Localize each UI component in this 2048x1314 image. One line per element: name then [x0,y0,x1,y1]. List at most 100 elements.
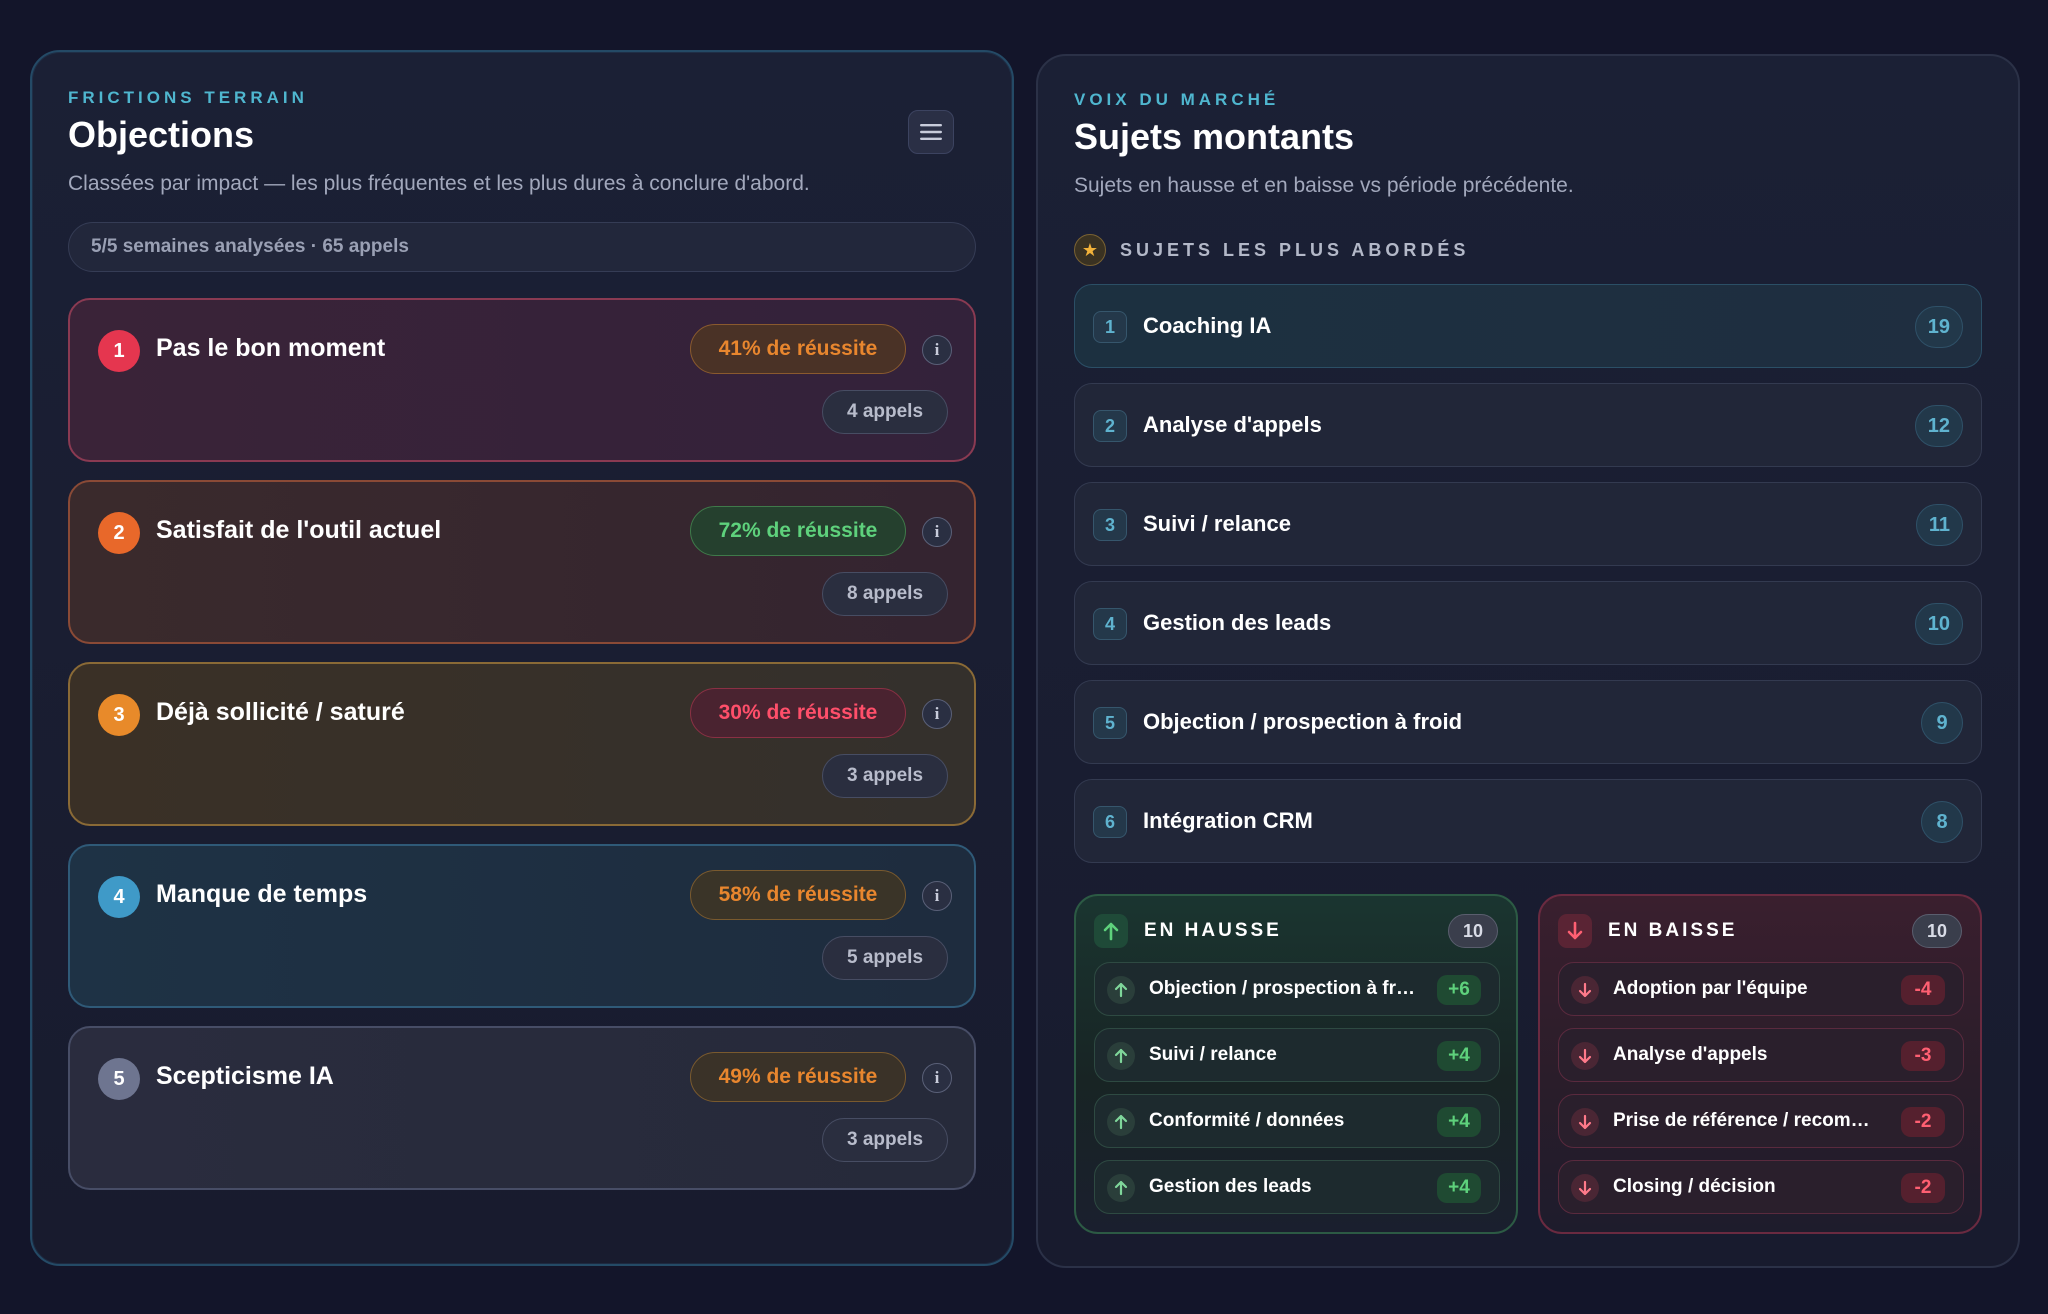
objection-card[interactable]: 2 Satisfait de l'outil actuel 72% de réu… [68,480,976,644]
topic-row[interactable]: 5 Objection / prospection à froid 9 [1074,680,1982,764]
objections-title: Objections [68,114,255,155]
falling-delta: -2 [1901,1173,1945,1203]
objections-subtitle: Classées par impact — les plus fréquente… [68,172,810,195]
rising-topic-label: Gestion des leads [1149,1176,1312,1197]
calls-count: 8 appels [822,572,948,616]
rising-delta: +4 [1437,1107,1481,1137]
objection-title: Satisfait de l'outil actuel [156,516,442,544]
objection-rank: 1 [98,330,140,372]
most-discussed-header: ★ SUJETS LES PLUS ABORDÉS [1074,234,1469,266]
arrow-up-icon [1107,1108,1135,1136]
arrow-up-icon [1107,1042,1135,1070]
falling-topic-label: Analyse d'appels [1613,1044,1768,1065]
calls-count: 4 appels [822,390,948,434]
objections-eyebrow: FRICTIONS TERRAIN [68,88,308,107]
falling-topic-label: Adoption par l'équipe [1613,978,1808,999]
arrow-up-icon [1094,914,1128,948]
falling-topic-label: Closing / décision [1613,1176,1776,1197]
hamburger-menu-icon [920,124,942,140]
objection-card[interactable]: 1 Pas le bon moment 41% de réussite i 4 … [68,298,976,462]
falling-topic-item[interactable]: Closing / décision -2 [1558,1160,1964,1214]
objection-title: Déjà sollicité / saturé [156,698,405,726]
topic-label: Objection / prospection à froid [1143,709,1463,734]
objection-rank: 4 [98,876,140,918]
rising-topic-label: Suivi / relance [1149,1044,1277,1065]
falling-title: EN BAISSE [1608,920,1738,941]
falling-topic-item[interactable]: Analyse d'appels -3 [1558,1028,1964,1082]
rising-topic-label: Conformité / données [1149,1110,1345,1131]
rising-topic-item[interactable]: Objection / prospection à froid +6 [1094,962,1500,1016]
falling-topics-box: EN BAISSE 10 Adoption par l'équipe -4 An… [1538,894,1982,1234]
objections-panel: FRICTIONS TERRAIN Objections Classées pa… [30,50,1014,1266]
success-rate-badge: 72% de réussite [690,506,906,556]
topic-count: 9 [1921,702,1963,744]
objection-card[interactable]: 3 Déjà sollicité / saturé 30% de réussit… [68,662,976,826]
rising-topics-box: EN HAUSSE 10 Objection / prospection à f… [1074,894,1518,1234]
rising-delta: +4 [1437,1041,1481,1071]
falling-delta: -3 [1901,1041,1945,1071]
analysis-summary: 5/5 semaines analysées · 65 appels [68,222,976,272]
rising-count: 10 [1448,914,1498,948]
topic-count: 19 [1914,306,1963,348]
objection-rank: 5 [98,1058,140,1100]
star-icon: ★ [1074,234,1106,266]
topic-label: Intégration CRM [1143,808,1313,833]
topics-subtitle: Sujets en hausse et en baisse vs période… [1074,174,1574,197]
objection-title: Manque de temps [156,880,368,908]
objection-rank: 2 [98,512,140,554]
topic-row[interactable]: 3 Suivi / relance 11 [1074,482,1982,566]
rising-topic-item[interactable]: Suivi / relance +4 [1094,1028,1500,1082]
topic-count: 11 [1915,504,1963,546]
topic-label: Suivi / relance [1143,511,1291,536]
success-rate-badge: 30% de réussite [690,688,906,738]
rising-topic-item[interactable]: Gestion des leads +4 [1094,1160,1500,1214]
info-icon[interactable]: i [922,517,952,547]
rising-delta: +4 [1437,1173,1481,1203]
topic-rank: 2 [1093,410,1127,442]
success-rate-badge: 58% de réussite [690,870,906,920]
arrow-down-icon [1571,1042,1599,1070]
topic-rank: 5 [1093,707,1127,739]
topic-row[interactable]: 1 Coaching IA 19 [1074,284,1982,368]
rising-topic-item[interactable]: Conformité / données +4 [1094,1094,1500,1148]
falling-topic-label: Prise de référence / recommandation [1613,1110,1883,1131]
objection-rank: 3 [98,694,140,736]
info-icon[interactable]: i [922,699,952,729]
topic-count: 12 [1914,405,1963,447]
objection-card[interactable]: 4 Manque de temps 58% de réussite i 5 ap… [68,844,976,1008]
falling-topic-item[interactable]: Prise de référence / recommandation -2 [1558,1094,1964,1148]
info-icon[interactable]: i [922,335,952,365]
info-icon[interactable]: i [922,1063,952,1093]
topic-rank: 1 [1093,311,1127,343]
topic-label: Analyse d'appels [1143,412,1322,437]
arrow-down-icon [1571,1174,1599,1202]
calls-count: 5 appels [822,936,948,980]
falling-delta: -4 [1901,975,1945,1005]
calls-count: 3 appels [822,1118,948,1162]
topic-rank: 4 [1093,608,1127,640]
menu-button[interactable] [908,110,954,154]
rising-delta: +6 [1437,975,1481,1005]
section-label: SUJETS LES PLUS ABORDÉS [1120,239,1470,260]
topic-count: 8 [1921,801,1963,843]
objection-card[interactable]: 5 Scepticisme IA 49% de réussite i 3 app… [68,1026,976,1190]
topic-count: 10 [1914,603,1963,645]
falling-topic-item[interactable]: Adoption par l'équipe -4 [1558,962,1964,1016]
arrow-up-icon [1107,976,1135,1004]
topic-label: Coaching IA [1143,313,1272,338]
falling-delta: -2 [1901,1107,1945,1137]
topics-title: Sujets montants [1074,116,1355,157]
topics-eyebrow: VOIX DU MARCHÉ [1074,90,1280,109]
topic-rank: 3 [1093,509,1127,541]
topic-row[interactable]: 6 Intégration CRM 8 [1074,779,1982,863]
success-rate-badge: 41% de réussite [690,324,906,374]
rising-title: EN HAUSSE [1144,920,1282,941]
rising-topic-label: Objection / prospection à froid [1149,978,1419,999]
falling-count: 10 [1912,914,1962,948]
arrow-up-icon [1107,1174,1135,1202]
calls-count: 3 appels [822,754,948,798]
topic-row[interactable]: 2 Analyse d'appels 12 [1074,383,1982,467]
topics-panel: VOIX DU MARCHÉ Sujets montants Sujets en… [1036,54,2020,1268]
info-icon[interactable]: i [922,881,952,911]
topic-row[interactable]: 4 Gestion des leads 10 [1074,581,1982,665]
